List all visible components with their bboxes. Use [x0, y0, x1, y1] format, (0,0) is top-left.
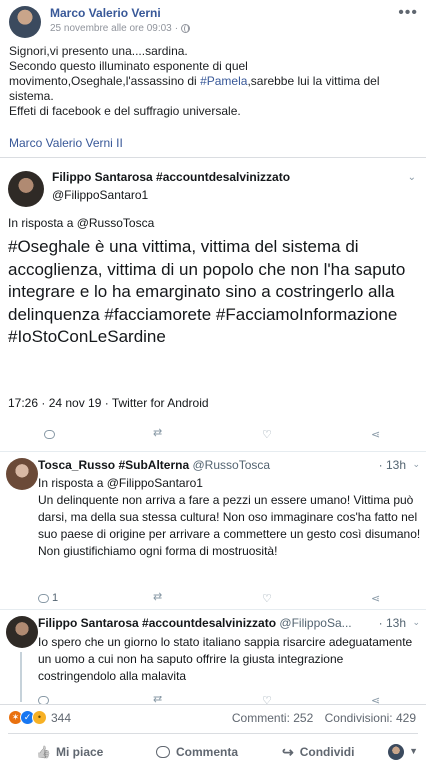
- heart-icon: ♡: [262, 593, 272, 605]
- divider: [8, 733, 418, 734]
- reply-icon: [44, 428, 55, 440]
- tweet-avatar: [8, 171, 44, 207]
- thread-line: [20, 652, 22, 702]
- reply-avatar: [6, 458, 38, 490]
- reply-headline: Tosca_Russo #SubAlterna @RussoTosca: [38, 458, 418, 472]
- reply-tweet: Tosca_Russo #SubAlterna @RussoTosca · 13…: [0, 454, 426, 608]
- reply-time: · 13h: [375, 458, 406, 472]
- tweet-footer: 17:26 · 24 nov 19 · Twitter for Android: [8, 396, 209, 410]
- hashtag-link[interactable]: #Pamela: [200, 74, 247, 88]
- share-arrow-icon: ↪: [282, 743, 294, 760]
- separator: ·: [174, 23, 179, 34]
- tweet-author-handle: @FilippoSantaro1: [52, 188, 149, 202]
- tweet-actions: ♡ ⋖: [0, 426, 426, 444]
- author-avatar[interactable]: [9, 6, 41, 38]
- reply-icon: 1: [38, 592, 58, 604]
- reply-actions: 1 ♡ ⋖: [0, 590, 426, 608]
- heart-icon: ♡: [262, 429, 272, 441]
- reply-author-name: Tosca_Russo #SubAlterna: [38, 458, 190, 472]
- post-action-bar: Mi piace Commenta ↪ Condividi ▼: [0, 738, 426, 766]
- reactions-summary[interactable]: ✶ ✓ • 344: [8, 710, 71, 725]
- divider: [0, 157, 426, 158]
- comment-icon: [156, 746, 170, 758]
- chevron-down-icon: ⌄: [412, 617, 420, 627]
- sad-reaction-icon: •: [32, 710, 47, 725]
- retweet-icon: [153, 426, 164, 440]
- author-name[interactable]: Marco Valerio Verni: [50, 6, 161, 20]
- reply-icon: [38, 696, 49, 704]
- divider: [0, 609, 426, 610]
- main-tweet: Filippo Santarosa #accountdesalvinizzato…: [0, 160, 426, 450]
- comment-button[interactable]: Commenta: [156, 738, 238, 766]
- comments-count[interactable]: Commenti: 252: [232, 711, 313, 725]
- reply-author-handle: @FilippoSa...: [279, 616, 352, 630]
- more-options-button[interactable]: •••: [398, 4, 418, 22]
- post-line: Effeti di facebook e del suffragio unive…: [9, 104, 241, 118]
- tweet-reply-to: In risposta a @RussoTosca: [8, 216, 155, 230]
- chevron-down-icon[interactable]: ▼: [409, 746, 418, 756]
- divider: [0, 451, 426, 452]
- heart-icon: ♡: [262, 696, 272, 704]
- reply-author-name: Filippo Santarosa #accountdesalvinizzato: [38, 616, 277, 630]
- reply-actions-cropped: ♡ ⋖: [0, 696, 426, 704]
- tweet-text: #Oseghale è una vittima, vittima del sis…: [8, 237, 406, 346]
- reply-tweet: Filippo Santarosa #accountdesalvinizzato…: [0, 612, 426, 704]
- like-button[interactable]: Mi piace: [36, 738, 103, 766]
- reply-author-handle: @RussoTosca: [192, 458, 271, 472]
- chevron-down-icon: ⌄: [412, 459, 420, 469]
- post-timestamp[interactable]: 25 novembre alle ore 09:03: [50, 23, 172, 34]
- reply-text: Un delinquente non arriva a fare a pezzi…: [38, 493, 421, 558]
- post-meta: 25 novembre alle ore 09:03 ·: [50, 23, 191, 34]
- reply-time: · 13h: [375, 616, 406, 630]
- audience-avatar[interactable]: [388, 744, 404, 760]
- post-signature[interactable]: Marco Valerio Verni II: [9, 136, 123, 150]
- post-line: movimento,Oseghale,l'assassino di: [9, 74, 201, 88]
- globe-icon: [181, 24, 191, 33]
- divider: [0, 704, 426, 705]
- share-icon: ⋖: [371, 696, 381, 704]
- tweet-author-name: Filippo Santarosa #accountdesalvinizzato: [52, 170, 291, 184]
- share-icon: ⋖: [371, 429, 381, 441]
- reply-count: 1: [52, 592, 59, 604]
- reply-headline: Filippo Santarosa #accountdesalvinizzato…: [38, 616, 418, 630]
- reply-to: In risposta a @FilippoSantaro1: [38, 476, 203, 490]
- reaction-count: 344: [51, 710, 72, 725]
- post-line: Secondo questo illuminato esponente di q…: [9, 59, 248, 73]
- share-label: Condividi: [299, 745, 355, 759]
- chevron-down-icon: ⌄: [407, 172, 416, 183]
- like-label: Mi piace: [56, 745, 104, 759]
- post-header: Marco Valerio Verni 25 novembre alle ore…: [0, 0, 426, 40]
- reply-text: Io spero che un giorno lo stato italiano…: [38, 635, 413, 683]
- retweet-icon: [153, 696, 164, 704]
- reply-avatar: [6, 616, 38, 648]
- post-text: Signori,vi presento una....sardina. Seco…: [9, 44, 419, 119]
- share-button[interactable]: ↪ Condividi: [282, 738, 354, 766]
- share-icon: ⋖: [371, 593, 381, 605]
- post-line: Signori,vi presento una....sardina.: [9, 44, 188, 58]
- thumbs-up-icon: [36, 745, 50, 759]
- comment-label: Commenta: [176, 745, 239, 759]
- engagement-counts: Commenti: 252 Condivisioni: 429: [232, 711, 416, 725]
- retweet-icon: [153, 590, 164, 604]
- shares-count[interactable]: Condivisioni: 429: [325, 711, 416, 725]
